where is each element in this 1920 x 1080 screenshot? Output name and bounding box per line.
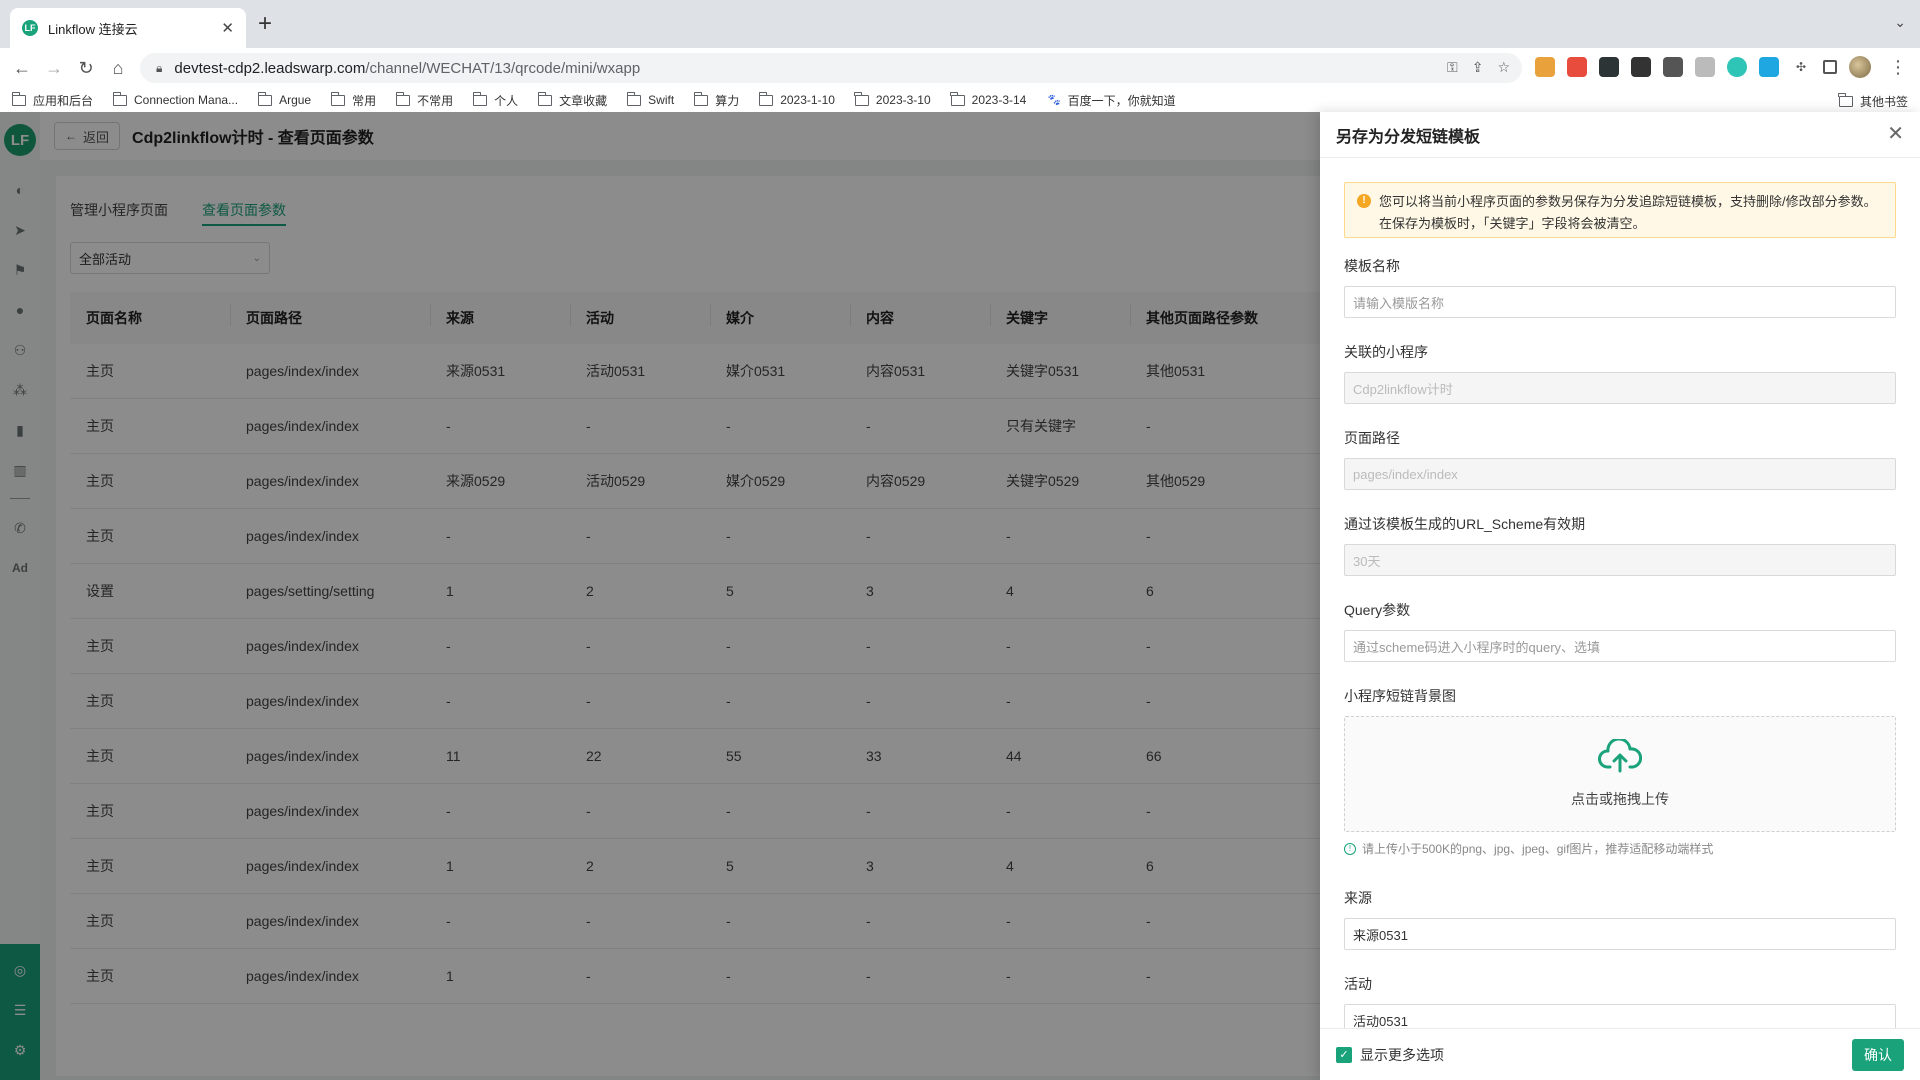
page-path-field: 页面路径 pages/index/index <box>1344 428 1896 490</box>
scheme-validity-label: 通过该模板生成的URL_Scheme有效期 <box>1344 516 1586 532</box>
scheme-validity-field: 通过该模板生成的URL_Scheme有效期 30天 <box>1344 514 1896 576</box>
extension-icon[interactable] <box>1567 57 1587 77</box>
extension-icon[interactable] <box>1631 57 1651 77</box>
template-name-input[interactable]: 请输入模版名称 <box>1344 286 1896 318</box>
bookmark-folder[interactable]: Swift <box>626 91 674 107</box>
mini-program-label: 关联的小程序 <box>1344 344 1428 360</box>
folder-icon <box>257 91 273 106</box>
bookmark-folder[interactable]: 2023-3-14 <box>950 91 1026 107</box>
close-icon[interactable]: ✕ <box>1887 124 1904 144</box>
bookmark-folder[interactable]: 应用和后台 <box>11 91 93 109</box>
folder-icon <box>626 91 642 106</box>
drawer-title: 另存为分发短链模板 <box>1336 128 1481 146</box>
query-params-label: Query参数 <box>1344 602 1411 618</box>
image-upload-dropzone[interactable]: 点击或拖拽上传 <box>1344 716 1896 832</box>
tab-search-chevron-icon[interactable]: ⌄ <box>1894 14 1906 31</box>
more-menu-icon[interactable]: ⋮ <box>1889 57 1907 78</box>
show-more-checkbox[interactable]: ✓ <box>1336 1046 1352 1063</box>
modal-overlay[interactable] <box>0 112 1320 1080</box>
bookmark-folder[interactable]: 算力 <box>693 91 739 109</box>
bookmark-folder[interactable]: 2023-3-10 <box>854 91 931 107</box>
background-image-field: 小程序短链背景图 点击或拖拽上传 ! 请上传小于500K的png、jpg、jpe… <box>1344 686 1896 857</box>
new-tab-icon[interactable]: + <box>258 12 272 36</box>
page-path-input: pages/index/index <box>1344 458 1896 490</box>
extension-icon[interactable] <box>1727 57 1747 77</box>
bookmark-folder[interactable]: 文章收藏 <box>537 91 607 109</box>
bookmark-baidu[interactable]: 🐾︎ 百度一下，你就知道 <box>1046 92 1175 109</box>
show-more-label[interactable]: 显示更多选项 <box>1360 1045 1444 1065</box>
tab-title: Linkflow 连接云 <box>48 21 138 37</box>
activity-field: 活动 活动0531 <box>1344 974 1896 1036</box>
bookmark-folder[interactable]: Argue <box>257 91 311 107</box>
folder-icon <box>854 91 869 106</box>
share-icon[interactable]: ⇪ <box>1472 59 1484 76</box>
query-params-field: Query参数 通过scheme码进入小程序时的query、选填 <box>1344 600 1896 662</box>
bookmark-folder[interactable]: 常用 <box>330 91 376 109</box>
folder-icon <box>758 91 774 106</box>
browser-tab[interactable]: LF Linkflow 连接云 ✕ <box>10 8 246 48</box>
folder-icon <box>330 91 346 106</box>
activity-label: 活动 <box>1344 976 1372 992</box>
puzzle-icon[interactable]: ✣ <box>1791 57 1811 77</box>
extension-icon[interactable] <box>1663 57 1683 77</box>
bookmark-folder[interactable]: Connection Mana... <box>112 91 238 107</box>
query-params-input[interactable]: 通过scheme码进入小程序时的query、选填 <box>1344 630 1896 662</box>
other-bookmarks[interactable]: 其他书签 <box>1838 93 1908 110</box>
upload-hint: ! 请上传小于500K的png、jpg、jpeg、gif图片，推荐适配移动端样式 <box>1344 840 1896 857</box>
profile-avatar[interactable] <box>1849 56 1871 78</box>
folder-icon <box>693 91 709 106</box>
extension-icon[interactable] <box>1599 57 1619 77</box>
folder-icon <box>11 91 26 106</box>
home-icon[interactable]: ⌂ <box>106 56 130 80</box>
upload-text: 点击或拖拽上传 <box>1571 791 1669 807</box>
mini-program-field: 关联的小程序 Cdp2linkflow计时 <box>1344 342 1896 404</box>
bookmark-folder[interactable]: 2023-1-10 <box>758 91 835 107</box>
extensions-bar: ✣ ⋮ <box>1535 56 1907 78</box>
source-input[interactable]: 来源0531 <box>1344 918 1896 950</box>
source-field: 来源 来源0531 <box>1344 888 1896 950</box>
bookmark-folder[interactable]: 个人 <box>472 91 518 109</box>
scheme-validity-input: 30天 <box>1344 544 1896 576</box>
forward-arrow-icon[interactable]: → <box>42 56 66 80</box>
address-bar[interactable]: 🔒︎ devtest-cdp2.leadswarp.com/channel/WE… <box>140 53 1522 83</box>
folder-icon <box>1838 93 1853 107</box>
drawer-footer: ✓ 显示更多选项 确认 <box>1320 1028 1920 1080</box>
url-text: devtest-cdp2.leadswarp.com/channel/WECHA… <box>174 59 641 77</box>
mini-program-input: Cdp2linkflow计时 <box>1344 372 1896 404</box>
info-circle-icon: ! <box>1344 842 1356 855</box>
extension-icon[interactable] <box>1535 57 1555 77</box>
folder-icon <box>950 91 965 106</box>
sidepanel-icon[interactable] <box>1823 60 1837 74</box>
bookmarks-bar: 应用和后台 Connection Mana... Argue 常用 不常用 个人… <box>0 88 1920 112</box>
bookmark-folder[interactable]: 不常用 <box>395 91 453 109</box>
key-icon[interactable]: ⚿ <box>1447 59 1458 76</box>
extension-icon[interactable] <box>1759 57 1779 77</box>
page-path-label: 页面路径 <box>1344 430 1400 446</box>
folder-icon <box>537 91 553 106</box>
source-label: 来源 <box>1344 890 1372 906</box>
back-arrow-icon[interactable]: ← <box>10 56 34 80</box>
info-alert: ! 您可以将当前小程序页面的参数另保存为分发追踪短链模板，支持删除/修改部分参数… <box>1344 182 1896 238</box>
cloud-upload-icon <box>1598 739 1642 773</box>
reload-icon[interactable]: ↻ <box>74 56 98 80</box>
extension-icon[interactable] <box>1695 57 1715 77</box>
save-template-drawer: 另存为分发短链模板 ✕ ! 您可以将当前小程序页面的参数另保存为分发追踪短链模板… <box>1320 112 1920 1080</box>
folder-icon <box>112 91 128 106</box>
background-image-label: 小程序短链背景图 <box>1344 688 1456 704</box>
folder-icon <box>472 91 488 106</box>
linkflow-favicon-icon: LF <box>22 20 38 36</box>
star-icon[interactable]: ☆ <box>1497 59 1510 76</box>
warning-icon: ! <box>1357 194 1371 208</box>
confirm-button[interactable]: 确认 <box>1852 1039 1904 1071</box>
drawer-header: 另存为分发短链模板 ✕ <box>1320 112 1920 158</box>
browser-toolbar: ← → ↻ ⌂ 🔒︎ devtest-cdp2.leadswarp.com/ch… <box>0 48 1920 88</box>
baidu-paw-icon: 🐾︎ <box>1046 93 1062 107</box>
lock-icon: 🔒︎ <box>156 60 163 75</box>
tab-close-icon[interactable]: ✕ <box>221 19 234 37</box>
template-name-field: 模板名称 请输入模版名称 <box>1344 256 1896 318</box>
browser-tab-bar: LF Linkflow 连接云 ✕ + ⌄ <box>0 0 1920 48</box>
template-name-label: 模板名称 <box>1344 258 1400 274</box>
folder-icon <box>395 91 411 106</box>
